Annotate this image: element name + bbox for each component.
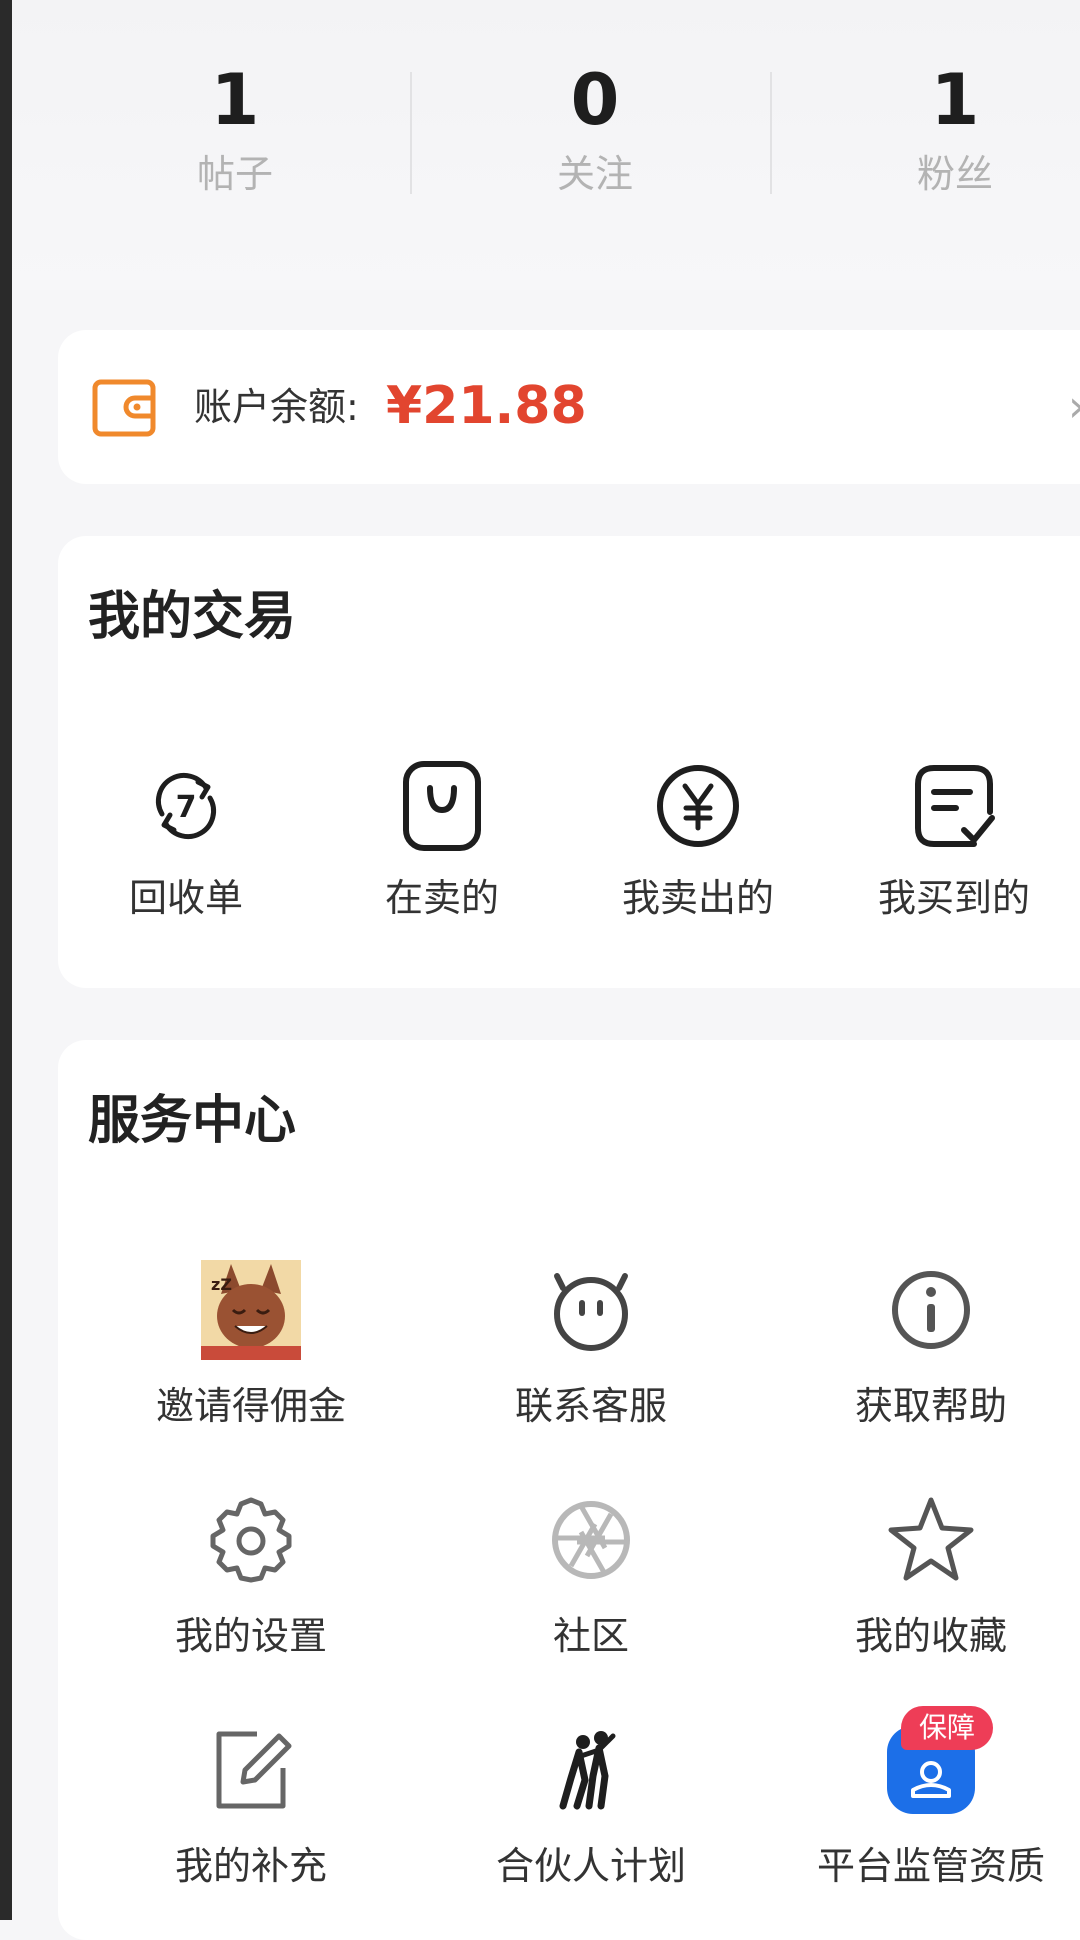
stat-following-label: 关注 [556,152,633,196]
info-icon [892,1271,970,1349]
service-platform-qualification[interactable]: 保障 平台监管资质 [761,1706,1080,1890]
partners-icon [559,1731,616,1810]
stat-posts-label: 帖子 [196,152,273,196]
service-center-title: 服务中心 [88,1091,297,1151]
wallet-icon [92,379,156,437]
service-label: 合伙人计划 [495,1844,686,1888]
stat-posts-value: 1 [210,59,260,141]
trade-item-selling[interactable]: 在卖的 [314,756,570,922]
service-label: 社区 [552,1614,629,1658]
balance-value: ¥21.88 [386,376,587,436]
checked-note-icon [915,765,995,847]
stat-posts[interactable]: 1 帖子 [115,55,355,197]
profile-stats: 1 帖子 0 关注 1 粉丝 [12,0,1080,290]
service-label: 获取帮助 [854,1384,1007,1428]
shield-user-icon-wrap: 保障 [881,1706,994,1820]
stat-following[interactable]: 0 关注 [475,55,715,197]
svg-text:7: 7 [176,790,197,825]
chevron-right-icon: › [1068,380,1080,434]
my-trades-title: 我的交易 [88,587,297,647]
trade-item-sold[interactable]: 我卖出的 [570,756,826,922]
stat-followers-value: 1 [930,59,980,141]
yen-coin-icon [657,765,739,847]
stat-followers-label: 粉丝 [916,152,993,196]
service-contact-support[interactable]: 联系客服 [421,1260,761,1430]
trade-item-label: 回收单 [128,876,243,920]
service-settings[interactable]: 我的设置 [81,1490,421,1660]
service-invite-commission[interactable]: zZ 邀请得佣金 [81,1260,421,1430]
service-label: 平台监管资质 [816,1844,1045,1888]
service-label: 我的补充 [174,1844,327,1888]
gear-icon [210,1497,292,1583]
cartoon-avatar-icon: zZ [201,1260,301,1360]
service-label: 联系客服 [514,1384,667,1428]
trade-item-label: 我卖出的 [621,876,774,920]
service-partner-program[interactable]: 合伙人计划 [421,1720,761,1890]
window-edge [0,0,12,1920]
service-supplements[interactable]: 我的补充 [81,1720,421,1890]
stat-following-value: 0 [570,59,620,141]
balance-label: 账户余额: [194,385,359,429]
trade-item-bought[interactable]: 我买到的 [826,756,1080,922]
svg-text:zZ: zZ [211,1275,232,1294]
trade-item-recycle-orders[interactable]: 7 回收单 [58,756,314,922]
service-label: 我的收藏 [854,1614,1007,1658]
my-trades-card: 我的交易 7 回收单 在卖的 我卖出的 我买到的 [58,536,1080,988]
service-label: 我的设置 [174,1614,327,1658]
service-center-card: 服务中心 zZ 邀请得佣金 联系客服 获取帮助 我的设置 社区 我的收藏 我的补… [58,1040,1080,1940]
edit-icon [216,1731,292,1809]
service-label: 邀请得佣金 [155,1384,346,1428]
service-get-help[interactable]: 获取帮助 [761,1260,1080,1430]
service-favorites[interactable]: 我的收藏 [761,1490,1080,1660]
stat-divider [410,72,412,194]
account-balance-card[interactable]: 账户余额: ¥21.88 › [58,330,1080,484]
trade-item-label: 在卖的 [384,876,499,920]
guarantee-badge: 保障 [901,1706,994,1750]
shopping-bag-icon [403,761,481,851]
stat-divider [770,72,772,194]
star-icon [888,1497,974,1581]
trade-item-label: 我买到的 [877,876,1030,920]
recycle-7-icon: 7 [155,772,217,840]
stat-followers[interactable]: 1 粉丝 [835,55,1075,197]
service-community[interactable]: 社区 [421,1490,761,1660]
aperture-icon [552,1501,630,1579]
robot-face-icon [554,1273,628,1351]
